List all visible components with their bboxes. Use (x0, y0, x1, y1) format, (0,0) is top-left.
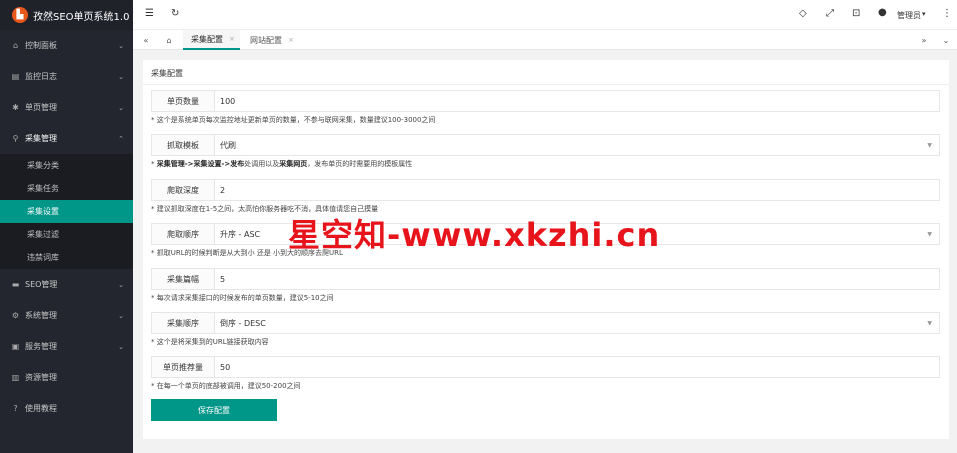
field-hint: * 在每一个单页的底部被调用，建议50-200之间 (151, 382, 301, 390)
panel-divider (143, 84, 949, 85)
field-hint: * 这个是系统单页每次监控地址更新单页的数量，不参与联网采集，数量建议100-3… (151, 116, 436, 124)
tab-close-icon[interactable]: × (229, 35, 235, 43)
page-icon: ✱ (12, 103, 19, 112)
recommend-count-input[interactable]: 50 (214, 356, 940, 378)
server-icon: ▣ (11, 342, 20, 351)
sidebar-subitem-filter[interactable]: 采集过滤 (0, 223, 133, 246)
tab-scroll-left-icon[interactable]: « (139, 30, 153, 50)
help-icon: ? (13, 404, 18, 413)
chevron-down-icon: ⌄ (118, 342, 124, 351)
sidebar-item-dashboard[interactable]: ⌂ 控制面板 ⌄ (0, 30, 133, 61)
tab-scroll-right-icon[interactable]: » (917, 30, 931, 50)
chevron-down-icon: ⌄ (118, 311, 124, 320)
sidebar-item-system[interactable]: ⚙ 系统管理 ⌄ (0, 300, 133, 331)
sidebar-item-services[interactable]: ▣ 服务管理 ⌄ (0, 331, 133, 362)
tab-collect-config[interactable]: 采集配置 × (183, 30, 240, 50)
link-icon: ⚲ (12, 134, 19, 143)
collect-order-select[interactable]: 倒序 - DESC ▼ (214, 312, 940, 334)
sidebar-item-resources[interactable]: ▥ 资源管理 (0, 362, 133, 393)
fullscreen-icon[interactable]: ⤢ (826, 8, 834, 19)
sidebar-item-pages[interactable]: ✱ 单页管理 ⌄ (0, 92, 133, 123)
collect-length-input[interactable]: 5 (214, 268, 940, 290)
sidebar: ▙ 孜然SEO单页系统1.0 ⌂ 控制面板 ⌄ ▤ 监控日志 ⌄ ✱ 单页管理 ⌄ ⚲ 采集管… (0, 0, 133, 453)
dropdown-arrow-icon: ▼ (927, 230, 932, 238)
field-label: 采集篇幅 (151, 268, 215, 290)
sidebar-item-logs[interactable]: ▤ 监控日志 ⌄ (0, 61, 133, 92)
resource-icon: ▥ (11, 373, 20, 382)
field-label: 单页数量 (151, 90, 215, 112)
chevron-down-icon: ⌄ (118, 280, 124, 289)
sidebar-submenu: 采集分类 采集任务 采集设置 采集过滤 违禁词库 (0, 154, 133, 269)
field-label: 抓取模板 (151, 134, 215, 156)
field-label: 爬取深度 (151, 179, 215, 201)
home-tab-icon[interactable]: ⌂ (162, 30, 176, 50)
tab-close-icon[interactable]: × (288, 36, 294, 44)
watermark: 星空知-www.xkzhi.cn (288, 216, 661, 254)
chevron-down-icon: ⌄ (118, 103, 124, 112)
sidebar-subitem-banned-words[interactable]: 违禁词库 (0, 246, 133, 269)
more-icon[interactable]: ⋮ (942, 8, 952, 19)
sidebar-item-collect[interactable]: ⚲ 采集管理 ⌃ (0, 123, 133, 154)
template-select[interactable]: 代刷 ▼ (214, 134, 940, 156)
tab-bar: « ⌂ 采集配置 × 网站配置 × » ⌄ (133, 30, 957, 50)
gear-icon: ⚙ (11, 311, 20, 320)
sidebar-item-help[interactable]: ? 使用教程 (0, 393, 133, 424)
seo-icon: ▬ (11, 280, 20, 289)
home-icon: ⌂ (12, 41, 19, 50)
refresh-icon[interactable]: ↻ (171, 8, 179, 19)
chevron-up-icon: ⌃ (118, 134, 124, 143)
field-label: 爬取顺序 (151, 223, 215, 245)
dropdown-arrow-icon: ▼ (927, 141, 932, 149)
panel-title: 采集配置 (151, 69, 183, 78)
field-hint: * 每次请求采集接口的时候发布的单页数量，建议5-10之间 (151, 294, 334, 302)
sidebar-subitem-tasks[interactable]: 采集任务 (0, 177, 133, 200)
tag-icon[interactable]: ◇ (799, 8, 807, 19)
avatar[interactable]: ● (878, 7, 887, 18)
field-hint: * 这个是将采集到的URL链接获取内容 (151, 338, 269, 346)
user-dropdown-icon[interactable]: ▾ (922, 10, 926, 18)
sidebar-subitem-category[interactable]: 采集分类 (0, 154, 133, 177)
crawl-depth-input[interactable]: 2 (214, 179, 940, 201)
user-name[interactable]: 管理员 (897, 10, 921, 21)
field-label: 单页推荐量 (151, 356, 215, 378)
menu-toggle-icon[interactable]: ☰ (145, 8, 154, 19)
log-icon: ▤ (11, 72, 20, 81)
logo-icon: ▙ (12, 7, 28, 23)
tab-menu-icon[interactable]: ⌄ (939, 30, 953, 50)
sidebar-item-seo[interactable]: ▬ SEO管理 ⌄ (0, 269, 133, 300)
lock-icon[interactable]: ⊡ (852, 8, 860, 19)
page-count-input[interactable]: 100 (214, 90, 940, 112)
tab-site-config[interactable]: 网站配置 × (244, 30, 306, 50)
field-label: 采集顺序 (151, 312, 215, 334)
save-button[interactable]: 保存配置 (151, 399, 277, 421)
dropdown-arrow-icon: ▼ (927, 319, 932, 327)
field-hint: * 采集管理->采集设置->发布处调用以及采集网页，发布单页的时需要用的模板属性 (151, 160, 413, 168)
app-logo: ▙ 孜然SEO单页系统1.0 (0, 0, 133, 30)
topbar: ☰ ↻ ◇ ⤢ ⊡ ● 管理员 ▾ ⋮ (133, 0, 957, 30)
app-title: 孜然SEO单页系统1.0 (33, 11, 130, 23)
sidebar-subitem-settings[interactable]: 采集设置 (0, 200, 133, 223)
chevron-down-icon: ⌄ (118, 72, 124, 81)
chevron-down-icon: ⌄ (118, 41, 124, 50)
